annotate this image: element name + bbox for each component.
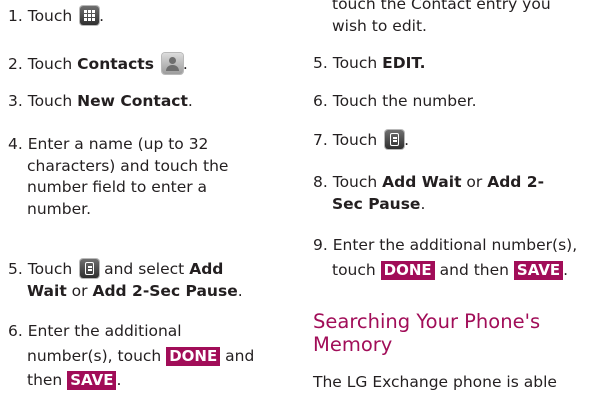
partial-step-text: touch the Contact entry you wish to edit… [332, 0, 551, 35]
menu-key-icon [385, 130, 405, 149]
save-key-label: SAVE [513, 260, 564, 280]
section-heading: Searching Your Phone's Memory [313, 310, 541, 356]
step-3: 3. Touch New Contact. [8, 92, 193, 110]
contacts-icon [161, 53, 183, 74]
step-5-right: 5. Touch EDIT. [313, 54, 426, 72]
step-2: 2. Touch Contacts . [8, 53, 188, 74]
step-9-right: 9. Enter the additional number(s), touch… [313, 236, 578, 280]
step-4: 4. Enter a name (up to 32 characters) an… [8, 135, 229, 218]
apps-grid-icon [80, 6, 100, 25]
done-key-label: DONE [166, 346, 221, 366]
step-1: 1. Touch . [8, 6, 105, 25]
body-paragraph: The LG Exchange phone is able [313, 373, 557, 391]
save-key-label: SAVE [67, 371, 117, 390]
menu-key-icon [80, 259, 100, 278]
done-key-label: DONE [380, 260, 435, 280]
step-6: 6. Enter the additional number(s), touch… [8, 322, 255, 390]
step-6-right: 6. Touch the number. [313, 92, 477, 110]
step-8-right: 8. Touch Add Wait or Add 2- Sec Pause. [313, 173, 545, 213]
step-7-right: 7. Touch . [313, 130, 410, 149]
step-5: 5. Touch and select Add Wait or Add 2-Se… [8, 259, 243, 300]
